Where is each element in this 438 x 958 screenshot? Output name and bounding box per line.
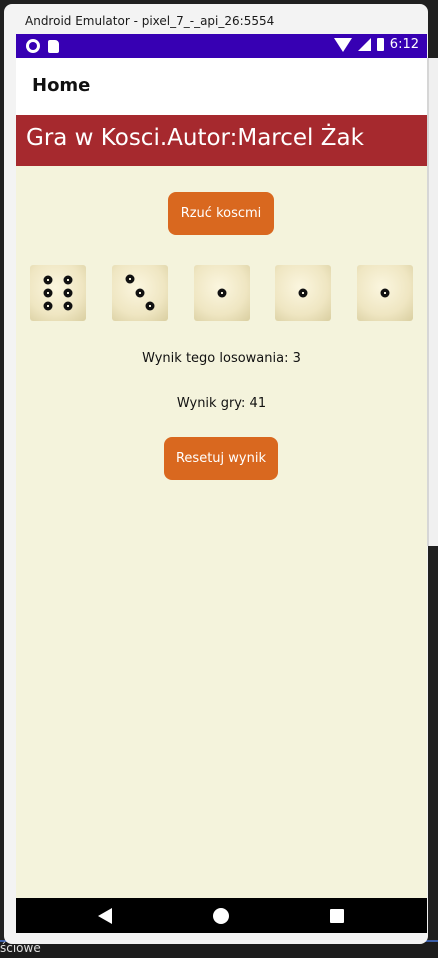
game-result-text: Wynik gry: 41: [176, 396, 267, 411]
header-title: Gra w Kosci.Autor:Marcel Żak: [26, 125, 364, 151]
die-one-icon: [194, 265, 250, 321]
side-scrollbar[interactable]: [427, 58, 429, 546]
sim-card-icon: [48, 39, 59, 53]
wifi-icon: [333, 37, 352, 52]
status-bar: 6:12: [16, 34, 427, 58]
back-icon[interactable]: [98, 908, 112, 924]
status-time: 6:12: [389, 37, 419, 52]
header-bar: Gra w Kosci.Autor:Marcel Żak: [16, 115, 427, 166]
navigation-bar: [16, 898, 427, 933]
reset-score-button[interactable]: Resetuj wynik: [164, 437, 278, 480]
device-screen: 6:12 Home Gra w Kosci.Autor:Marcel Żak R…: [16, 34, 427, 933]
battery-icon: [376, 38, 384, 51]
die-one-icon: [275, 265, 331, 321]
roll-result-text: Wynik tego losowania: 3: [142, 351, 301, 366]
die-six-icon: [30, 265, 86, 321]
signal-icon: [357, 38, 371, 51]
app-bar-title: Home: [32, 75, 91, 96]
die-one-icon: [357, 265, 413, 321]
dice-row: [16, 265, 427, 321]
window-title: Android Emulator - pixel_7_-_api_26:5554: [25, 14, 275, 28]
roll-dice-button[interactable]: Rzuć koscmi: [168, 192, 274, 235]
die-three-icon: [112, 265, 168, 321]
app-bar: Home: [16, 58, 427, 116]
notification-dot-icon: [26, 39, 40, 53]
recent-apps-icon[interactable]: [330, 909, 344, 923]
home-icon[interactable]: [213, 908, 229, 924]
main-content: Gra w Kosci.Autor:Marcel Żak Rzuć koscmi: [16, 115, 427, 898]
